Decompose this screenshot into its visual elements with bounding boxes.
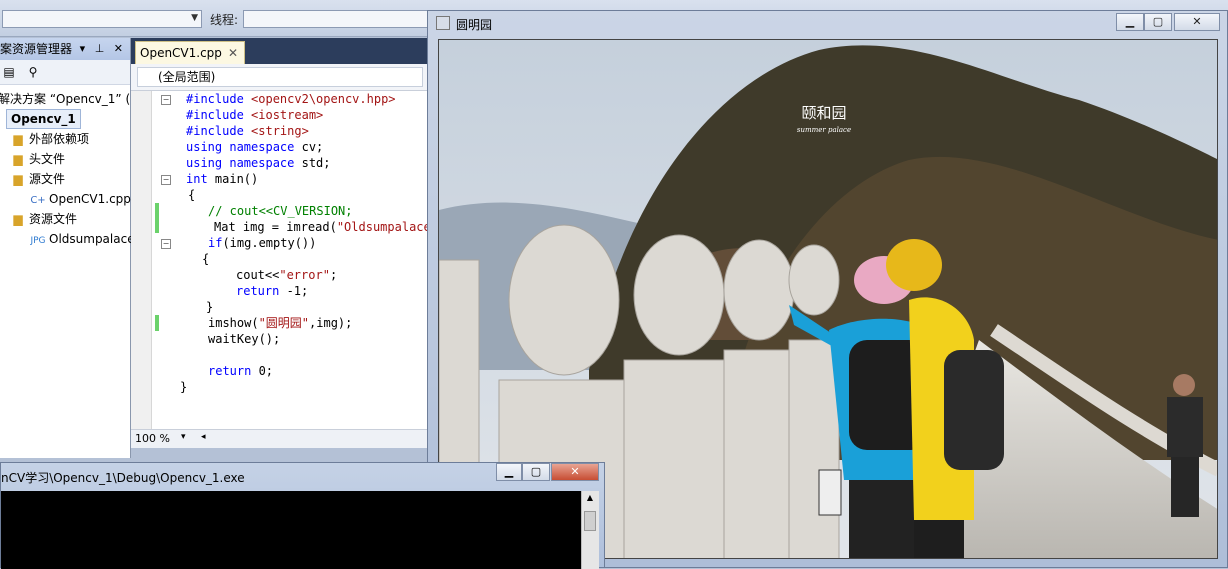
tab-opencv1-cpp[interactable]: OpenCV1.cpp ✕ (135, 41, 245, 64)
code-line: if(img.empty()) (208, 236, 317, 250)
tree-item-image-file[interactable]: JPG Oldsumpalace (30, 230, 135, 248)
code-line: waitKey(); (208, 332, 281, 346)
collapse-icon[interactable]: − (161, 239, 171, 249)
window-app-icon (436, 16, 450, 30)
close-button[interactable]: ✕ (1174, 13, 1220, 31)
collapse-icon[interactable]: − (161, 95, 171, 105)
code-line: return 0; (208, 364, 274, 378)
code-line: // cout<<CV_VERSION; (208, 204, 353, 218)
find-icon[interactable]: ⚲ (26, 65, 40, 79)
code-line: int main() (186, 172, 259, 186)
code-line: imshow("圆明园",img); (208, 316, 353, 330)
close-icon[interactable]: ✕ (228, 42, 238, 64)
folder-open-icon: ▆ (13, 212, 23, 226)
project-node[interactable]: Opencv_1 (6, 109, 81, 129)
code-line: #include <opencv2\opencv.hpp> (186, 92, 396, 106)
code-line: { (188, 188, 196, 202)
code-line: return -1; (236, 284, 309, 298)
tree-item-label: 源文件 (29, 172, 66, 186)
editor-tab-strip: OpenCV1.cpp ✕ (131, 38, 427, 64)
solution-label: 解决方案 “Opencv_1” (: (0, 92, 135, 106)
properties-icon[interactable]: ▤ (2, 65, 16, 79)
tree-item-external-deps[interactable]: ▆ 外部依赖项 (10, 130, 89, 148)
image-window-title: 圆明园 (456, 18, 493, 32)
watermark-subtitle: summer palace (797, 126, 851, 134)
solution-node[interactable]: 解决方案 “Opencv_1” (: (0, 90, 134, 108)
code-line: Mat img = imread("Oldsumpalace (214, 220, 427, 234)
console-window[interactable]: nCV学习\Opencv_1\Debug\Opencv_1.exe ▁ ▢ ✕ … (0, 462, 605, 569)
tree-item-label: Oldsumpalace (49, 232, 135, 246)
tree-item-label: 资源文件 (29, 212, 78, 226)
folder-ref-icon: ▆ (13, 132, 23, 146)
code-line: using namespace std; (186, 156, 331, 170)
scrollbar-thumb[interactable] (584, 511, 596, 531)
project-label: Opencv_1 (11, 112, 76, 126)
panel-pin-buttons[interactable]: ▾ ⊥ ✕ (80, 38, 126, 60)
solution-explorer-toolbar: ▤ ⚲ (0, 60, 130, 85)
process-combo[interactable]: ▼ (2, 10, 202, 28)
code-line: using namespace cv; (186, 140, 324, 154)
code-editor[interactable]: − − − #include <opencv2\opencv.hpp> #inc… (131, 91, 427, 429)
console-title: nCV学习\Opencv_1\Debug\Opencv_1.exe (1, 471, 245, 485)
maximize-button[interactable]: ▢ (1144, 13, 1172, 31)
solution-explorer-title: 案资源管理器 (0, 42, 73, 56)
tree-item-label: 外部依赖项 (29, 132, 90, 146)
code-line: #include <string> (186, 124, 309, 138)
editor-status-bar: 100 % ▾ ◂ (131, 429, 427, 448)
folder-open-icon: ▆ (13, 172, 23, 186)
tab-label: OpenCV1.cpp (140, 46, 222, 60)
code-line: } (180, 380, 188, 394)
tree-item-label: OpenCV1.cpp (49, 192, 131, 206)
chevron-down-icon[interactable]: ▼ (191, 13, 198, 23)
solution-explorer-panel: 案资源管理器 ▾ ⊥ ✕ ▤ ⚲ 解决方案 “Opencv_1” (: Open… (0, 38, 135, 458)
change-marker (155, 315, 159, 331)
chevron-down-icon[interactable]: ▾ (181, 432, 186, 442)
close-button[interactable]: ✕ (551, 463, 599, 481)
editor-gutter (131, 91, 152, 429)
scroll-left-icon[interactable]: ◂ (201, 432, 206, 442)
change-marker (155, 203, 159, 233)
code-line: #include <iostream> (186, 108, 324, 122)
console-output[interactable]: ▲ (1, 491, 599, 569)
tree-item-cpp-file[interactable]: C+ OpenCV1.cpp (30, 190, 131, 208)
tree-item-source-files[interactable]: ▆ 源文件 (10, 170, 65, 188)
scroll-up-icon[interactable]: ▲ (584, 493, 596, 505)
scope-bar: (全局范围) (131, 64, 427, 91)
code-line: } (206, 300, 214, 314)
minimize-button[interactable]: ▁ (496, 463, 522, 481)
folder-icon: ▆ (13, 152, 23, 166)
thread-combo[interactable] (243, 10, 428, 28)
scope-dropdown[interactable]: (全局范围) (137, 67, 423, 87)
cpp-file-icon: C+ (30, 195, 46, 206)
zoom-level[interactable]: 100 % (135, 432, 170, 445)
code-line: cout<<"error"; (236, 268, 338, 282)
thread-label: 线程: (210, 13, 239, 27)
collapse-icon[interactable]: − (161, 175, 171, 185)
tree-item-label: 头文件 (29, 152, 66, 166)
vertical-scrollbar[interactable]: ▲ (581, 491, 599, 569)
tree-item-header-files[interactable]: ▆ 头文件 (10, 150, 65, 168)
maximize-button[interactable]: ▢ (522, 463, 550, 481)
minimize-button[interactable]: ▁ (1116, 13, 1144, 31)
image-file-icon: JPG (30, 236, 46, 246)
solution-explorer-titlebar: 案资源管理器 ▾ ⊥ ✕ (0, 38, 130, 60)
watermark-title: 颐和园 (801, 104, 846, 122)
tree-item-resource-files[interactable]: ▆ 资源文件 (10, 210, 77, 228)
code-line: { (202, 252, 210, 266)
